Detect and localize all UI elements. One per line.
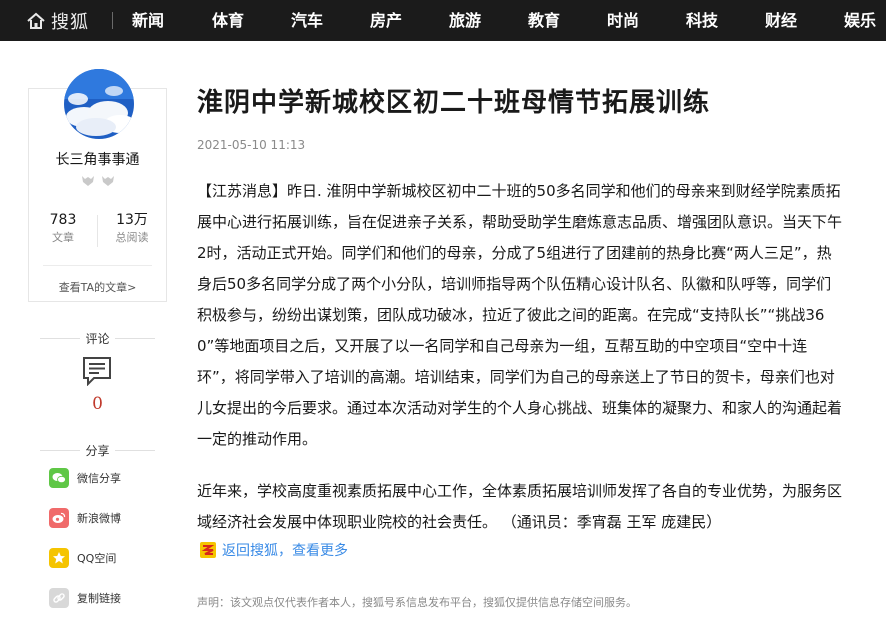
stat-articles: 783 文章 (29, 211, 97, 247)
share-wechat-label: 微信分享 (77, 472, 121, 485)
share-qzone-label: QQ空间 (77, 552, 117, 565)
stat-reads-value: 13万 (116, 212, 148, 228)
article-paragraph: 近年来，学校高度重视素质拓展中心工作，全体素质拓展培训师发挥了各自的专业优势，为… (197, 482, 843, 531)
nav-item-finance[interactable]: 财经 (765, 10, 797, 31)
brand-name: 搜狐 (51, 12, 89, 33)
article-title: 淮阴中学新城校区初二十班母情节拓展训练 (197, 88, 711, 118)
back-to-sohu-text: 返回搜狐，查看更多 (222, 543, 348, 559)
fox-badge-icon (101, 176, 114, 186)
author-name[interactable]: 长三角事事通 (29, 149, 166, 169)
share-label: 分享 (28, 442, 167, 459)
article-paragraph: 【江苏消息】昨日. 淮阴中学新城校区初中二十班的50多名同学和他们的母亲来到财经… (197, 182, 843, 448)
stat-reads: 13万 总阅读 (98, 211, 166, 247)
author-card: 长三角事事通 783 文章 13万 总阅读 查看TA的文章> (28, 69, 167, 302)
nav-item-realestate[interactable]: 房产 (370, 10, 402, 31)
comments-label: 评论 (28, 330, 167, 347)
comment-icon[interactable] (82, 356, 112, 386)
author-avatar[interactable] (64, 69, 134, 139)
top-navigation-bar: 搜狐 新闻 体育 汽车 房产 旅游 教育 时尚 科技 财经 娱乐 (0, 0, 886, 41)
share-weibo-label: 新浪微博 (77, 512, 121, 525)
back-to-sohu-link[interactable]: 返回搜狐，查看更多 (200, 540, 348, 560)
share-weibo-button[interactable]: 新浪微博 (49, 508, 121, 528)
copy-link-button[interactable]: 复制链接 (49, 588, 121, 608)
disclaimer: 声明：该文观点仅代表作者本人，搜狐号系信息发布平台，搜狐仅提供信息存储空间服务。 (197, 596, 637, 609)
nav-item-news[interactable]: 新闻 (132, 10, 164, 31)
author-stats: 783 文章 13万 总阅读 (29, 211, 166, 251)
stat-articles-value: 783 (49, 212, 77, 228)
nav-item-sports[interactable]: 体育 (212, 10, 244, 31)
fox-badge-icon (81, 176, 94, 186)
copy-link-label: 复制链接 (77, 592, 121, 605)
stat-articles-label: 文章 (52, 231, 74, 244)
article-time: 2021-05-10 11:13 (197, 138, 306, 152)
weibo-icon (49, 508, 69, 528)
sohu-fox-icon (200, 542, 216, 558)
nav-item-tech[interactable]: 科技 (686, 10, 718, 31)
stat-reads-label: 总阅读 (115, 231, 149, 244)
share-wechat-button[interactable]: 微信分享 (49, 468, 121, 488)
comment-count[interactable]: 0 (28, 394, 167, 414)
wechat-icon (49, 468, 69, 488)
nav-item-travel[interactable]: 旅游 (449, 10, 481, 31)
home-icon (27, 12, 45, 29)
sohu-logo[interactable]: 搜狐 (26, 8, 89, 34)
qzone-icon (49, 548, 69, 568)
nav-item-fashion[interactable]: 时尚 (607, 10, 639, 31)
share-qzone-button[interactable]: QQ空间 (49, 548, 116, 568)
link-icon (49, 588, 69, 608)
view-author-articles-link[interactable]: 查看TA的文章> (29, 279, 166, 295)
nav-item-entertainment[interactable]: 娱乐 (844, 10, 876, 31)
nav-divider (112, 12, 113, 29)
nav-item-auto[interactable]: 汽车 (291, 10, 323, 31)
avatar-image (64, 69, 134, 139)
card-divider (43, 265, 152, 266)
author-badges (29, 175, 166, 187)
nav-item-education[interactable]: 教育 (528, 10, 560, 31)
